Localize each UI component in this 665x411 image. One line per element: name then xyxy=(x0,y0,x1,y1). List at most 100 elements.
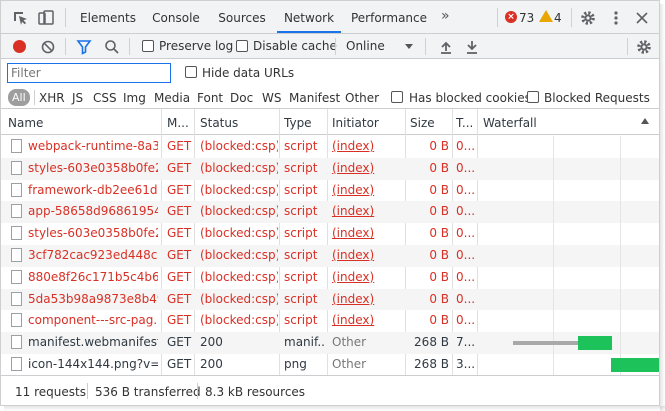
request-table-header: Name M... Status Type Initiator Size T..… xyxy=(1,109,659,135)
type-filter-img[interactable]: Img xyxy=(123,91,146,105)
waterfall-gridline xyxy=(620,310,621,333)
hide-data-urls-checkbox[interactable] xyxy=(185,66,197,78)
cell-name: styles-603e0358b0fe2... xyxy=(28,160,158,175)
tab-performance[interactable]: Performance xyxy=(347,1,431,33)
cell-initiator[interactable]: (index) xyxy=(332,183,402,197)
cell-type: script xyxy=(284,313,318,328)
import-har-icon[interactable] xyxy=(437,38,455,56)
tab-sources[interactable]: Sources xyxy=(211,1,273,33)
cell-initiator[interactable]: (index) xyxy=(332,139,402,153)
type-filter-css[interactable]: CSS xyxy=(93,91,117,105)
table-row[interactable]: 880e8f26c171b5c4b6e... GET (blocked:csp) sc… xyxy=(1,266,659,289)
disable-cache-checkbox[interactable] xyxy=(236,40,248,52)
cell-status: 200 xyxy=(200,356,223,371)
column-header-status[interactable]: Status xyxy=(200,116,276,130)
error-count[interactable]: 73 xyxy=(519,11,534,25)
preserve-log-label[interactable]: Preserve log xyxy=(159,39,233,53)
type-filter-doc[interactable]: Doc xyxy=(230,91,253,105)
table-row[interactable]: styles-603e0358b0fe2... GET (blocked:csp) s… xyxy=(1,223,659,245)
cell-status: (blocked:csp) xyxy=(200,139,278,153)
column-header-type[interactable]: Type xyxy=(284,116,326,130)
cell-status: (blocked:csp) xyxy=(200,182,278,197)
hide-data-urls-label[interactable]: Hide data URLs xyxy=(202,66,294,80)
table-row[interactable]: webpack-runtime-8a3... GET (blocked:csp) sc… xyxy=(1,136,659,158)
preserve-log-checkbox[interactable] xyxy=(142,40,154,52)
type-filter-all[interactable]: All xyxy=(8,89,30,106)
inspect-element-icon[interactable] xyxy=(11,9,29,27)
network-toolbar: Preserve log Disable cache Online xyxy=(1,34,659,59)
settings-gear-icon[interactable] xyxy=(579,9,597,27)
table-row[interactable]: app-58658d96861954... GET (blocked:csp) scr… xyxy=(1,201,659,224)
filter-input[interactable] xyxy=(7,63,171,83)
waterfall-gridline xyxy=(620,201,621,224)
cell-method: GET xyxy=(167,182,192,197)
sort-ascending-icon[interactable] xyxy=(641,118,649,124)
table-row[interactable]: 5da53b98a9873e8b49... GET (blocked:csp) scr… xyxy=(1,288,659,311)
throttling-caret-icon[interactable] xyxy=(405,44,413,49)
tab-elements[interactable]: Elements xyxy=(75,1,141,33)
type-filter-js[interactable]: JS xyxy=(72,91,83,105)
kebab-menu-icon[interactable] xyxy=(607,9,625,27)
cell-method: GET xyxy=(167,356,192,371)
disable-cache-label[interactable]: Disable cache xyxy=(253,39,337,53)
blocked-requests-label[interactable]: Blocked Requests xyxy=(544,91,650,105)
waterfall-gridline xyxy=(620,266,621,289)
blocked-requests-checkbox[interactable] xyxy=(527,91,539,103)
column-header-name[interactable]: Name xyxy=(8,116,158,130)
cell-initiator[interactable]: (index) xyxy=(332,270,402,284)
type-filter-font[interactable]: Font xyxy=(197,91,223,105)
table-row[interactable]: framework-db2ee61d8... GET (blocked:csp) sc… xyxy=(1,179,659,202)
export-har-icon[interactable] xyxy=(463,38,481,56)
file-icon xyxy=(11,291,22,306)
tab-network[interactable]: Network xyxy=(277,1,341,33)
cell-size: 0 B xyxy=(429,204,449,219)
record-button[interactable] xyxy=(13,40,26,53)
column-header-time[interactable]: T... xyxy=(456,116,476,130)
cell-status: (blocked:csp) xyxy=(200,226,278,241)
table-row[interactable]: manifest.webmanifest GET 200 manif... Other 2… xyxy=(1,332,659,354)
device-toolbar-icon[interactable] xyxy=(37,9,55,27)
column-header-method[interactable]: M... xyxy=(167,116,195,130)
throttling-select[interactable]: Online xyxy=(346,39,385,53)
network-settings-gear-icon[interactable] xyxy=(635,38,653,56)
type-filter-other[interactable]: Other xyxy=(345,91,379,105)
column-header-waterfall[interactable]: Waterfall xyxy=(483,116,633,130)
cell-time: 3... xyxy=(456,356,476,371)
table-row[interactable]: 3cf782cac923ed448c3... GET (blocked:csp) sc… xyxy=(1,244,659,267)
type-filter-manifest[interactable]: Manifest xyxy=(289,91,340,105)
type-filter-ws[interactable]: WS xyxy=(262,91,281,105)
table-row[interactable]: component---src-pag... GET (blocked:csp) sc… xyxy=(1,310,659,333)
type-filter-xhr[interactable]: XHR xyxy=(39,91,65,105)
clear-icon[interactable] xyxy=(39,38,57,56)
tab-console[interactable]: Console xyxy=(145,1,207,33)
waterfall-bar-download xyxy=(611,357,659,372)
warning-icon[interactable] xyxy=(539,10,553,22)
table-row[interactable]: styles-603e0358b0fe2... GET (blocked:csp) s… xyxy=(1,157,659,180)
type-filter-media[interactable]: Media xyxy=(154,91,190,105)
cell-time: 0... xyxy=(456,204,476,219)
search-icon[interactable] xyxy=(103,38,121,56)
has-blocked-cookies-checkbox[interactable] xyxy=(391,91,403,103)
filter-funnel-icon[interactable] xyxy=(75,38,93,56)
cell-type: script xyxy=(284,182,318,197)
cell-initiator[interactable]: (index) xyxy=(332,204,402,218)
close-icon[interactable] xyxy=(633,9,651,27)
cell-initiator[interactable]: (index) xyxy=(332,161,402,175)
column-header-size[interactable]: Size xyxy=(410,116,450,130)
error-icon[interactable]: × xyxy=(505,11,517,23)
table-row[interactable]: icon-144x144.png?v=9... GET 200 png Other 268… xyxy=(1,353,659,376)
waterfall-gridline xyxy=(553,201,554,224)
window-shadow xyxy=(4,406,665,411)
cell-status: (blocked:csp) xyxy=(200,160,278,175)
cell-initiator[interactable]: (index) xyxy=(332,248,402,262)
cell-method: GET xyxy=(167,139,192,153)
has-blocked-cookies-label[interactable]: Has blocked cookies xyxy=(409,91,531,105)
cell-size: 0 B xyxy=(429,226,449,241)
cell-initiator[interactable]: (index) xyxy=(332,292,402,306)
more-tabs-button[interactable]: » xyxy=(441,8,450,24)
cell-initiator[interactable]: (index) xyxy=(332,313,402,327)
transferred-size: 536 B transferred xyxy=(95,385,201,399)
column-header-initiator[interactable]: Initiator xyxy=(332,116,402,130)
warning-count[interactable]: 4 xyxy=(554,11,562,25)
cell-initiator[interactable]: (index) xyxy=(332,226,402,240)
